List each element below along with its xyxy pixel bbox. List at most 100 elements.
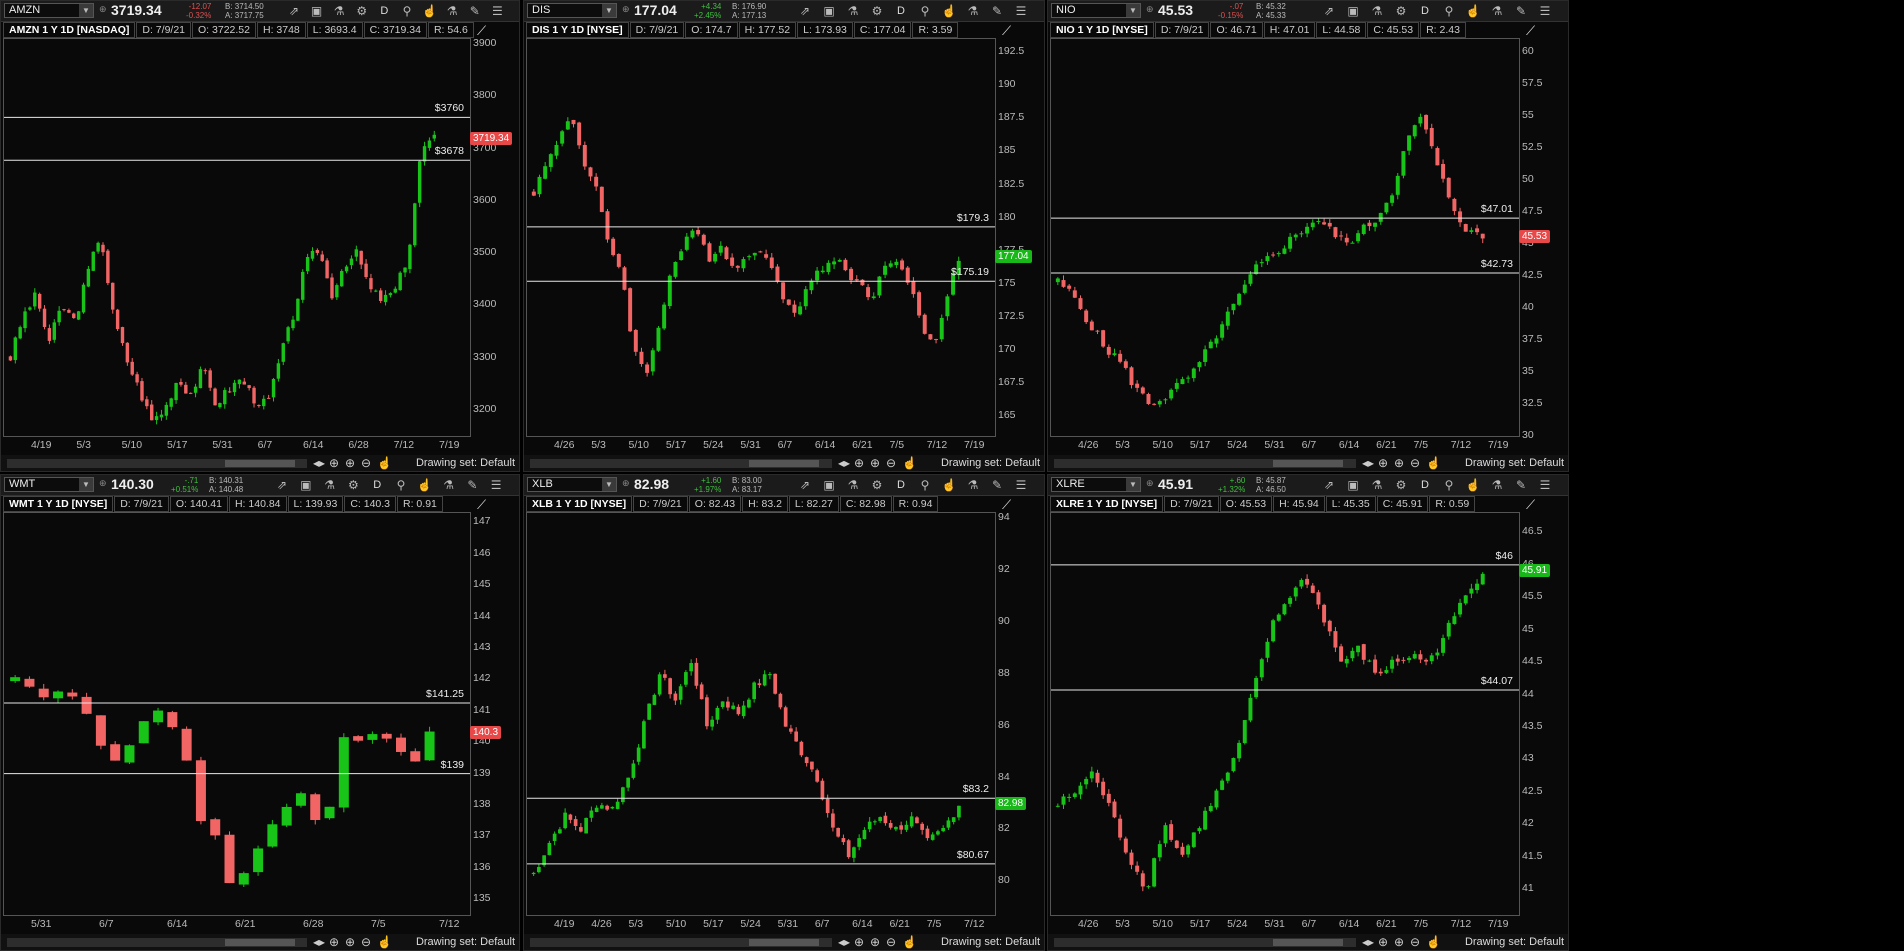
flask-icon[interactable]: ⚗ (1488, 3, 1506, 19)
aggregation-button[interactable]: D (1416, 3, 1434, 19)
aggregation-button[interactable]: D (375, 3, 393, 19)
zoom-in-icon[interactable]: ⊕ (345, 456, 355, 470)
flask-icon[interactable]: ⚗ (1368, 3, 1386, 19)
pan-icon[interactable]: ☝ (1426, 456, 1441, 470)
drawing-set-label[interactable]: Drawing set: Default (416, 935, 515, 949)
expand-icon[interactable]: ◂▸ (313, 935, 325, 949)
aggregation-button[interactable]: D (892, 477, 910, 493)
flask-icon[interactable]: ⚗ (964, 3, 982, 19)
style-icon[interactable]: ⚲ (398, 3, 416, 19)
flask-icon[interactable]: ⚗ (330, 3, 348, 19)
flask-icon[interactable]: ⚗ (440, 477, 458, 493)
crosshair-icon[interactable]: ⊕ (854, 935, 864, 949)
calendar-icon[interactable]: ▣ (308, 3, 326, 19)
crosshair-icon[interactable]: ⊕ (854, 456, 864, 470)
calendar-icon[interactable]: ▣ (820, 477, 838, 493)
expand-icon[interactable]: ◂▸ (1362, 935, 1374, 949)
cursor-icon[interactable]: ☝ (940, 477, 958, 493)
horizontal-scrollbar[interactable] (7, 938, 307, 947)
expand-icon[interactable]: ◂▸ (838, 935, 850, 949)
expand-icon[interactable]: ◂▸ (838, 456, 850, 470)
price-plot[interactable] (1050, 512, 1520, 916)
horizontal-scrollbar[interactable] (7, 459, 307, 468)
draw-icon[interactable]: ✎ (1512, 477, 1530, 493)
draw-icon[interactable]: ✎ (466, 3, 484, 19)
draw-icon[interactable]: ✎ (1512, 3, 1530, 19)
horizontal-scrollbar[interactable] (1054, 938, 1356, 947)
zoom-out-icon[interactable]: ⊖ (361, 935, 371, 949)
menu-icon[interactable]: ☰ (488, 3, 506, 19)
expand-icon[interactable]: ◂▸ (1362, 456, 1374, 470)
style-icon[interactable]: ⚲ (916, 477, 934, 493)
pan-icon[interactable]: ☝ (902, 456, 917, 470)
zoom-in-icon[interactable]: ⊕ (870, 935, 880, 949)
expand-icon[interactable]: ◂▸ (313, 456, 325, 470)
chart-settings-icon[interactable]: ⟋ (1526, 23, 1535, 39)
menu-icon[interactable]: ☰ (487, 477, 505, 493)
flask-icon[interactable]: ⚗ (443, 3, 461, 19)
flask-icon[interactable]: ⚗ (964, 477, 982, 493)
scrollbar-thumb[interactable] (1273, 460, 1344, 467)
horizontal-scrollbar[interactable] (1054, 459, 1356, 468)
horizontal-scrollbar[interactable] (530, 459, 832, 468)
scrollbar-thumb[interactable] (749, 939, 820, 946)
crosshair-icon[interactable]: ⊕ (1378, 456, 1388, 470)
drawing-set-label[interactable]: Drawing set: Default (416, 456, 515, 470)
scrollbar-thumb[interactable] (749, 460, 820, 467)
scrollbar-thumb[interactable] (1273, 939, 1344, 946)
price-plot[interactable] (526, 512, 996, 916)
style-icon[interactable]: ⚲ (392, 477, 410, 493)
symbol-selector[interactable]: DIS ▼ (527, 3, 617, 18)
flask-icon[interactable]: ⚗ (1488, 477, 1506, 493)
drawing-set-label[interactable]: Drawing set: Default (941, 935, 1040, 949)
chevron-down-icon[interactable]: ▼ (79, 478, 93, 491)
gear-icon[interactable]: ⚙ (353, 3, 371, 19)
aggregation-button[interactable]: D (368, 477, 386, 493)
gear-icon[interactable]: ⚙ (344, 477, 362, 493)
menu-icon[interactable]: ☰ (1012, 3, 1030, 19)
link-icon[interactable]: ⊕ (1146, 4, 1154, 15)
link-icon[interactable]: ⊕ (99, 478, 107, 489)
share-icon[interactable]: ⇗ (796, 3, 814, 19)
style-icon[interactable]: ⚲ (916, 3, 934, 19)
calendar-icon[interactable]: ▣ (1344, 3, 1362, 19)
zoom-in-icon[interactable]: ⊕ (1394, 456, 1404, 470)
chart-settings-icon[interactable]: ⟋ (1526, 497, 1535, 513)
chevron-down-icon[interactable]: ▼ (602, 478, 616, 491)
pan-icon[interactable]: ☝ (377, 935, 392, 949)
horizontal-scrollbar[interactable] (530, 938, 832, 947)
share-icon[interactable]: ⇗ (1320, 3, 1338, 19)
gear-icon[interactable]: ⚙ (868, 3, 886, 19)
link-icon[interactable]: ⊕ (99, 4, 107, 15)
zoom-out-icon[interactable]: ⊖ (1410, 935, 1420, 949)
cursor-icon[interactable]: ☝ (1464, 3, 1482, 19)
flask-icon[interactable]: ⚗ (1368, 477, 1386, 493)
style-icon[interactable]: ⚲ (1440, 3, 1458, 19)
pan-icon[interactable]: ☝ (902, 935, 917, 949)
crosshair-icon[interactable]: ⊕ (1378, 935, 1388, 949)
symbol-selector[interactable]: NIO ▼ (1051, 3, 1141, 18)
gear-icon[interactable]: ⚙ (868, 477, 886, 493)
chart-settings-icon[interactable]: ⟋ (1002, 23, 1011, 39)
menu-icon[interactable]: ☰ (1536, 477, 1554, 493)
style-icon[interactable]: ⚲ (1440, 477, 1458, 493)
pan-icon[interactable]: ☝ (1426, 935, 1441, 949)
cursor-icon[interactable]: ☝ (416, 477, 434, 493)
calendar-icon[interactable]: ▣ (297, 477, 315, 493)
draw-icon[interactable]: ✎ (463, 477, 481, 493)
cursor-icon[interactable]: ☝ (421, 3, 439, 19)
zoom-in-icon[interactable]: ⊕ (870, 456, 880, 470)
scrollbar-thumb[interactable] (225, 939, 296, 946)
gear-icon[interactable]: ⚙ (1392, 477, 1410, 493)
share-icon[interactable]: ⇗ (1320, 477, 1338, 493)
zoom-out-icon[interactable]: ⊖ (886, 456, 896, 470)
share-icon[interactable]: ⇗ (273, 477, 291, 493)
gear-icon[interactable]: ⚙ (1392, 3, 1410, 19)
cursor-icon[interactable]: ☝ (940, 3, 958, 19)
aggregation-button[interactable]: D (892, 3, 910, 19)
calendar-icon[interactable]: ▣ (1344, 477, 1362, 493)
drawing-set-label[interactable]: Drawing set: Default (1465, 456, 1564, 470)
flask-icon[interactable]: ⚗ (844, 3, 862, 19)
chart-settings-icon[interactable]: ⟋ (477, 497, 486, 513)
flask-icon[interactable]: ⚗ (321, 477, 339, 493)
